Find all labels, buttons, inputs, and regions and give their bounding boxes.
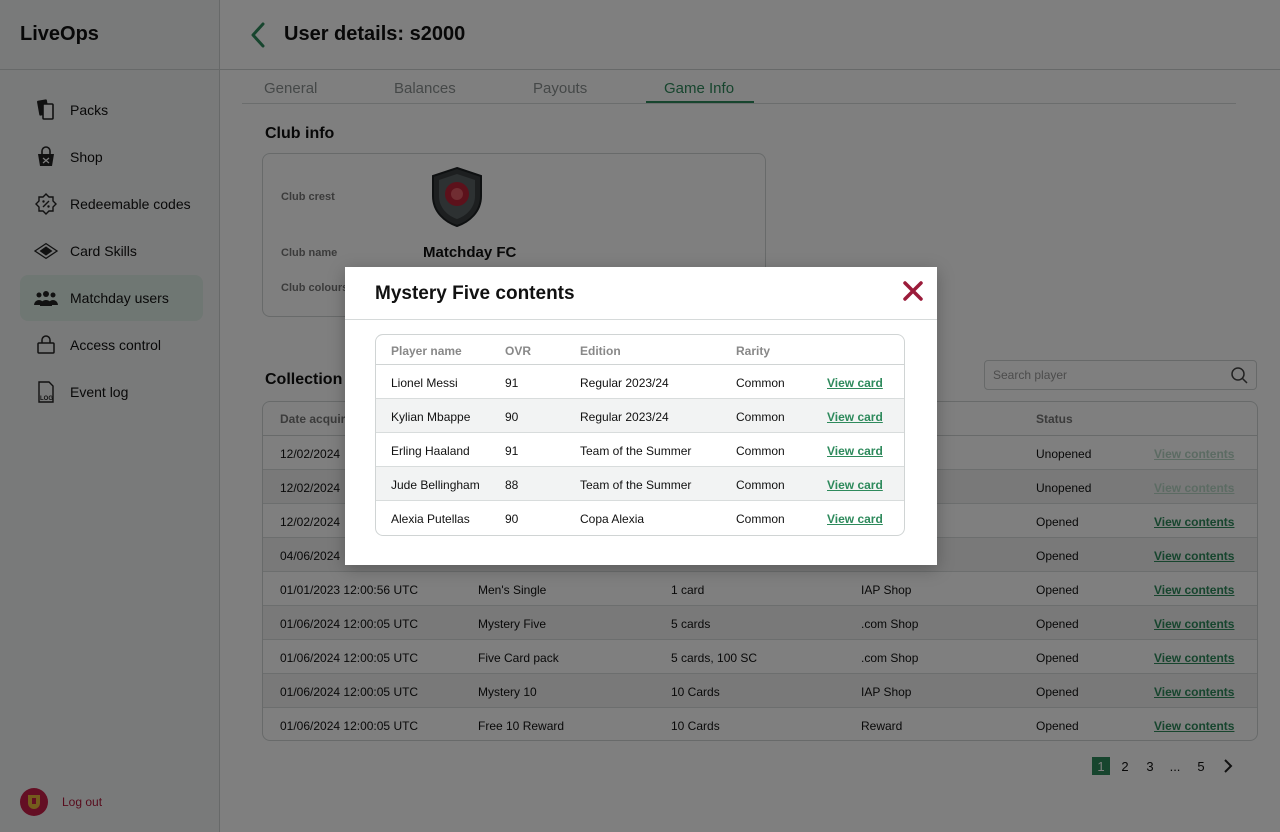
col-header-edition: Edition [580, 344, 621, 358]
view-card-link[interactable]: View card [827, 410, 883, 424]
cell-player-name: Jude Bellingham [391, 478, 480, 492]
cell-rarity: Common [736, 376, 785, 390]
view-card-link[interactable]: View card [827, 478, 883, 492]
view-card-link[interactable]: View card [827, 444, 883, 458]
cell-edition: Regular 2023/24 [580, 376, 669, 390]
table-body: Lionel Messi 91 Regular 2023/24 Common View … [376, 365, 904, 535]
table-row: Kylian Mbappe 90 Regular 2023/24 Common View… [376, 399, 904, 433]
cell-ovr: 90 [505, 512, 519, 526]
cell-edition: Regular 2023/24 [580, 410, 669, 424]
view-card-link[interactable]: View card [827, 376, 883, 390]
table-row: Jude Bellingham 88 Team of the Summer Commo… [376, 467, 904, 501]
modal-title: Mystery Five contents [375, 283, 575, 304]
cell-ovr: 88 [505, 478, 519, 492]
cell-rarity: Common [736, 478, 785, 492]
cell-player-name: Alexia Putellas [391, 512, 470, 526]
cell-rarity: Common [736, 444, 785, 458]
col-header-player: Player name [391, 344, 462, 358]
cell-ovr: 91 [505, 444, 519, 458]
table-row: Lionel Messi 91 Regular 2023/24 Common View … [376, 365, 904, 399]
cell-edition: Team of the Summer [580, 478, 692, 492]
cell-ovr: 91 [505, 376, 519, 390]
modal-header: Mystery Five contents [345, 267, 937, 320]
view-card-link[interactable]: View card [827, 512, 883, 526]
close-icon[interactable] [901, 279, 925, 303]
cell-edition: Copa Alexia [580, 512, 645, 526]
cell-player-name: Kylian Mbappe [391, 410, 471, 424]
cell-player-name: Lionel Messi [391, 376, 458, 390]
cell-ovr: 90 [505, 410, 519, 424]
table-header: Player name OVR Edition Rarity [376, 335, 904, 365]
col-header-rarity: Rarity [736, 344, 771, 358]
col-header-ovr: OVR [505, 344, 532, 358]
cell-rarity: Common [736, 410, 785, 424]
table-row: Alexia Putellas 90 Copa Alexia Common View c… [376, 501, 904, 535]
contents-table: Player name OVR Edition Rarity Lionel Me… [375, 334, 905, 536]
table-row: Erling Haaland 91 Team of the Summer Common… [376, 433, 904, 467]
cell-edition: Team of the Summer [580, 444, 692, 458]
contents-modal: Mystery Five contents Player name OVR Ed… [345, 267, 937, 565]
cell-player-name: Erling Haaland [391, 444, 470, 458]
cell-rarity: Common [736, 512, 785, 526]
